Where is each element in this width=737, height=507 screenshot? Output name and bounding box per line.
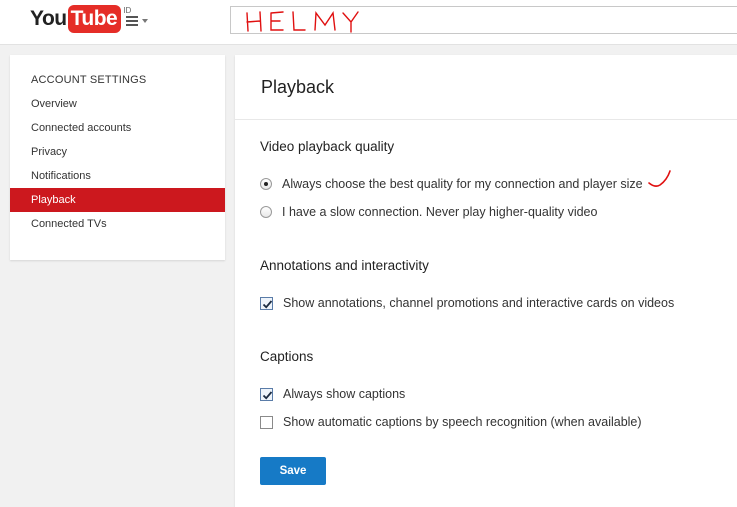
sidebar-title: ACCOUNT SETTINGS bbox=[31, 74, 147, 86]
handwritten-annotation bbox=[246, 11, 359, 33]
quality-slow-label: I have a slow connection. Never play hig… bbox=[282, 205, 598, 219]
sidebar-item-connected-accounts[interactable]: Connected accounts bbox=[10, 116, 225, 140]
sidebar-item-privacy[interactable]: Privacy bbox=[10, 140, 225, 164]
search-input[interactable] bbox=[230, 6, 737, 34]
quality-best-label: Always choose the best quality for my co… bbox=[282, 177, 643, 191]
quality-slow-radio[interactable]: I have a slow connection. Never play hig… bbox=[260, 203, 597, 221]
auto-captions-label: Show automatic captions by speech recogn… bbox=[283, 415, 642, 429]
guide-menu-button[interactable] bbox=[126, 14, 150, 28]
youtube-logo[interactable]: You Tube ID bbox=[30, 5, 131, 35]
page-title: Playback bbox=[261, 77, 335, 97]
radio-unselected-icon[interactable] bbox=[260, 206, 272, 218]
always-captions-label: Always show captions bbox=[283, 387, 406, 401]
playback-settings-panel: Playback Video playback quality Always c… bbox=[235, 55, 737, 507]
chevron-down-icon bbox=[142, 19, 148, 23]
checkbox-checked-icon[interactable] bbox=[260, 387, 273, 401]
masthead: You Tube ID bbox=[0, 0, 737, 45]
always-captions-checkbox[interactable]: Always show captions bbox=[260, 385, 405, 403]
annotations-label: Show annotations, channel promotions and… bbox=[283, 296, 675, 310]
annotations-heading: Annotations and interactivity bbox=[260, 258, 429, 273]
checkbox-checked-icon[interactable] bbox=[260, 296, 273, 310]
sidebar-item-overview[interactable]: Overview bbox=[10, 92, 225, 116]
auto-captions-checkbox[interactable]: Show automatic captions by speech recogn… bbox=[260, 413, 642, 431]
logo-tube-text: Tube bbox=[67, 5, 122, 33]
quality-best-radio[interactable]: Always choose the best quality for my co… bbox=[260, 170, 677, 193]
account-settings-sidebar: ACCOUNT SETTINGS Overview Connected acco… bbox=[10, 55, 225, 260]
checkbox-unchecked-icon[interactable] bbox=[260, 415, 273, 429]
panel-header: Playback bbox=[235, 55, 737, 120]
annotations-checkbox[interactable]: Show annotations, channel promotions and… bbox=[260, 294, 674, 312]
captions-heading: Captions bbox=[260, 349, 314, 364]
sidebar-item-connected-tvs[interactable]: Connected TVs bbox=[10, 212, 225, 236]
logo-you-text: You bbox=[30, 7, 67, 30]
video-quality-heading: Video playback quality bbox=[260, 139, 395, 154]
radio-selected-icon[interactable] bbox=[260, 178, 272, 190]
sidebar-item-playback[interactable]: Playback bbox=[10, 188, 225, 212]
handwritten-checkmark-icon bbox=[647, 170, 671, 187]
save-button[interactable]: Save bbox=[260, 457, 326, 485]
sidebar-item-notifications[interactable]: Notifications bbox=[10, 164, 225, 188]
